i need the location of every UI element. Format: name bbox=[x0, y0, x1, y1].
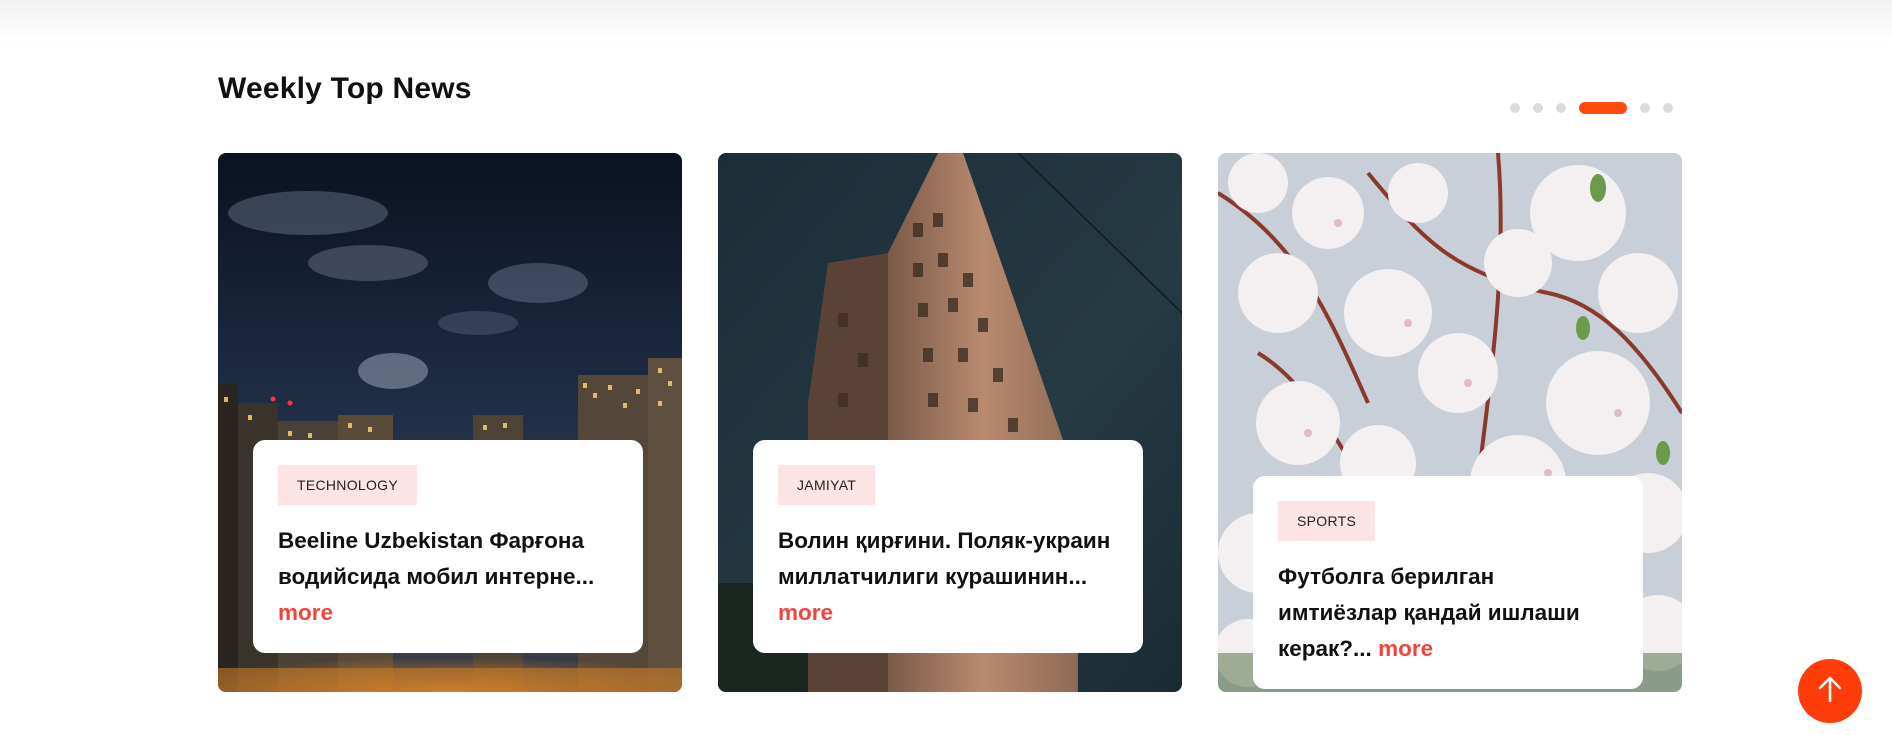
header-shadow bbox=[0, 0, 1892, 44]
pagination-dot[interactable] bbox=[1533, 103, 1543, 113]
pagination-dot[interactable] bbox=[1640, 103, 1650, 113]
pagination-dot-active[interactable] bbox=[1579, 102, 1627, 114]
pagination-dot[interactable] bbox=[1556, 103, 1566, 113]
news-card-content: JAMIYAT Волин қирғини. Поляк-украин милл… bbox=[753, 440, 1143, 653]
news-card[interactable]: TECHNOLOGY Beeline Uzbekistan Фарғона во… bbox=[218, 153, 682, 692]
pagination-dot[interactable] bbox=[1663, 103, 1673, 113]
category-badge[interactable]: JAMIYAT bbox=[778, 465, 876, 505]
news-title-link[interactable]: Beeline Uzbekistan Фарғона водийсида моб… bbox=[278, 528, 594, 589]
pagination-dot[interactable] bbox=[1510, 103, 1520, 113]
section-title: Weekly Top News bbox=[218, 72, 472, 105]
carousel-pagination bbox=[1510, 102, 1673, 114]
arrow-up-icon bbox=[1817, 675, 1843, 708]
more-link[interactable]: more bbox=[1378, 636, 1433, 661]
news-headline: Футболга берилган имтиёзлар қандай ишлаш… bbox=[1278, 559, 1617, 667]
news-title-link[interactable]: Волин қирғини. Поляк-украин миллатчилиги… bbox=[778, 528, 1110, 589]
scroll-to-top-button[interactable] bbox=[1798, 659, 1862, 723]
category-badge[interactable]: SPORTS bbox=[1278, 501, 1376, 541]
more-link[interactable]: more bbox=[778, 600, 833, 625]
more-link[interactable]: more bbox=[278, 600, 333, 625]
news-card[interactable]: JAMIYAT Волин қирғини. Поляк-украин милл… bbox=[718, 153, 1182, 692]
category-badge[interactable]: TECHNOLOGY bbox=[278, 465, 418, 505]
news-card[interactable]: SPORTS Футболга берилган имтиёзлар қанда… bbox=[1218, 153, 1682, 692]
news-headline: Beeline Uzbekistan Фарғона водийсида моб… bbox=[278, 523, 617, 631]
news-headline: Волин қирғини. Поляк-украин миллатчилиги… bbox=[778, 523, 1117, 631]
news-card-content: TECHNOLOGY Beeline Uzbekistan Фарғона во… bbox=[253, 440, 643, 653]
news-card-content: SPORTS Футболга берилган имтиёзлар қанда… bbox=[1253, 476, 1643, 689]
